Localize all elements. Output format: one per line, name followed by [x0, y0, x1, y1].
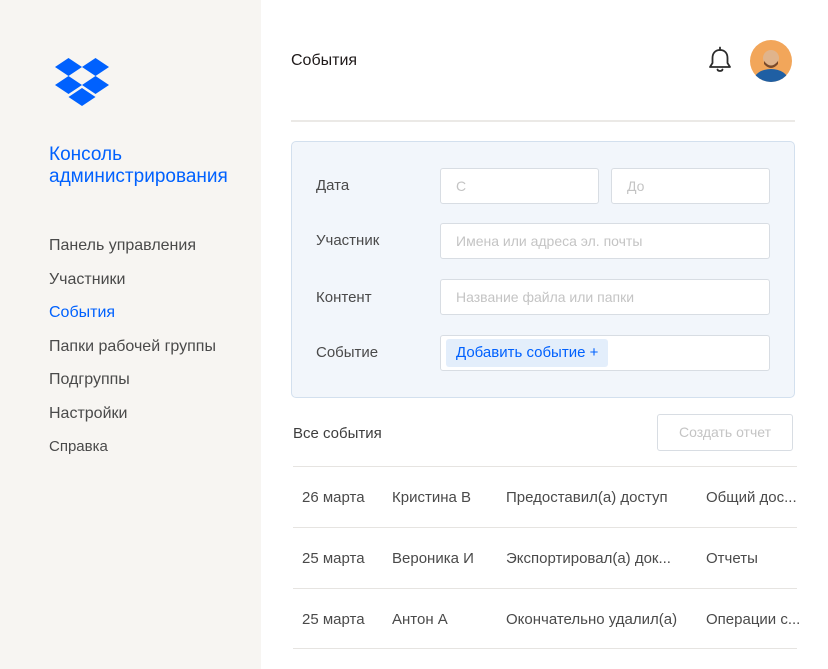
- date-label: Дата: [316, 177, 350, 194]
- content-input[interactable]: [440, 279, 770, 315]
- event-action: Предоставил(а) доступ: [506, 489, 668, 506]
- filter-panel: Дата Участник Контент Событие Добавить с…: [291, 141, 795, 398]
- sidebar-item-help[interactable]: Справка: [49, 430, 216, 464]
- event-user: Вероника И: [392, 550, 474, 567]
- sidebar-nav: Панель управления Участники События Папк…: [49, 229, 216, 464]
- sidebar: Консоль администрирования Панель управле…: [0, 0, 261, 669]
- sidebar-item-team-folders[interactable]: Папки рабочей группы: [49, 330, 216, 364]
- table-row[interactable]: 26 марта Кристина В Предоставил(а) досту…: [293, 466, 797, 527]
- member-input[interactable]: [440, 223, 770, 259]
- bell-icon[interactable]: [705, 45, 735, 75]
- sidebar-item-events[interactable]: События: [49, 296, 216, 330]
- create-report-button[interactable]: Создать отчет: [657, 414, 793, 451]
- dropbox-logo-icon[interactable]: [55, 58, 109, 108]
- page-title: События: [291, 52, 358, 69]
- main-content: События Дата Участник Контент Событие До…: [261, 0, 828, 669]
- sidebar-item-groups[interactable]: Подгруппы: [49, 363, 216, 397]
- avatar[interactable]: [750, 40, 792, 82]
- sidebar-item-members[interactable]: Участники: [49, 263, 216, 297]
- event-action: Экспортировал(а) док...: [506, 550, 671, 567]
- date-to-input[interactable]: [611, 168, 770, 204]
- events-table: 26 марта Кристина В Предоставил(а) досту…: [293, 466, 800, 649]
- event-date: 26 марта: [302, 489, 365, 506]
- table-row[interactable]: 25 марта Антон А Окончательно удалил(а) …: [293, 588, 800, 649]
- event-user: Антон А: [392, 611, 448, 628]
- header-divider: [291, 120, 795, 122]
- events-heading: Все события: [293, 425, 382, 442]
- member-label: Участник: [316, 232, 380, 249]
- event-category: Общий дос...: [706, 489, 797, 506]
- content-label: Контент: [316, 289, 372, 306]
- event-label: Событие: [316, 344, 379, 361]
- event-action: Окончательно удалил(а): [506, 611, 678, 628]
- user-avatar-icon: [750, 40, 792, 82]
- console-title: Консоль администрирования: [49, 144, 228, 187]
- event-field[interactable]: Добавить событие +: [440, 335, 770, 371]
- date-from-input[interactable]: [440, 168, 599, 204]
- event-user: Кристина В: [392, 489, 472, 506]
- sidebar-item-settings[interactable]: Настройки: [49, 397, 216, 431]
- add-event-button[interactable]: Добавить событие +: [446, 339, 609, 367]
- table-row[interactable]: 25 марта Вероника И Экспортировал(а) док…: [293, 527, 797, 588]
- sidebar-item-dashboard[interactable]: Панель управления: [49, 229, 216, 263]
- event-date: 25 марта: [302, 611, 365, 628]
- event-category: Операции с...: [706, 611, 801, 628]
- event-date: 25 марта: [302, 550, 365, 567]
- event-category: Отчеты: [706, 550, 758, 567]
